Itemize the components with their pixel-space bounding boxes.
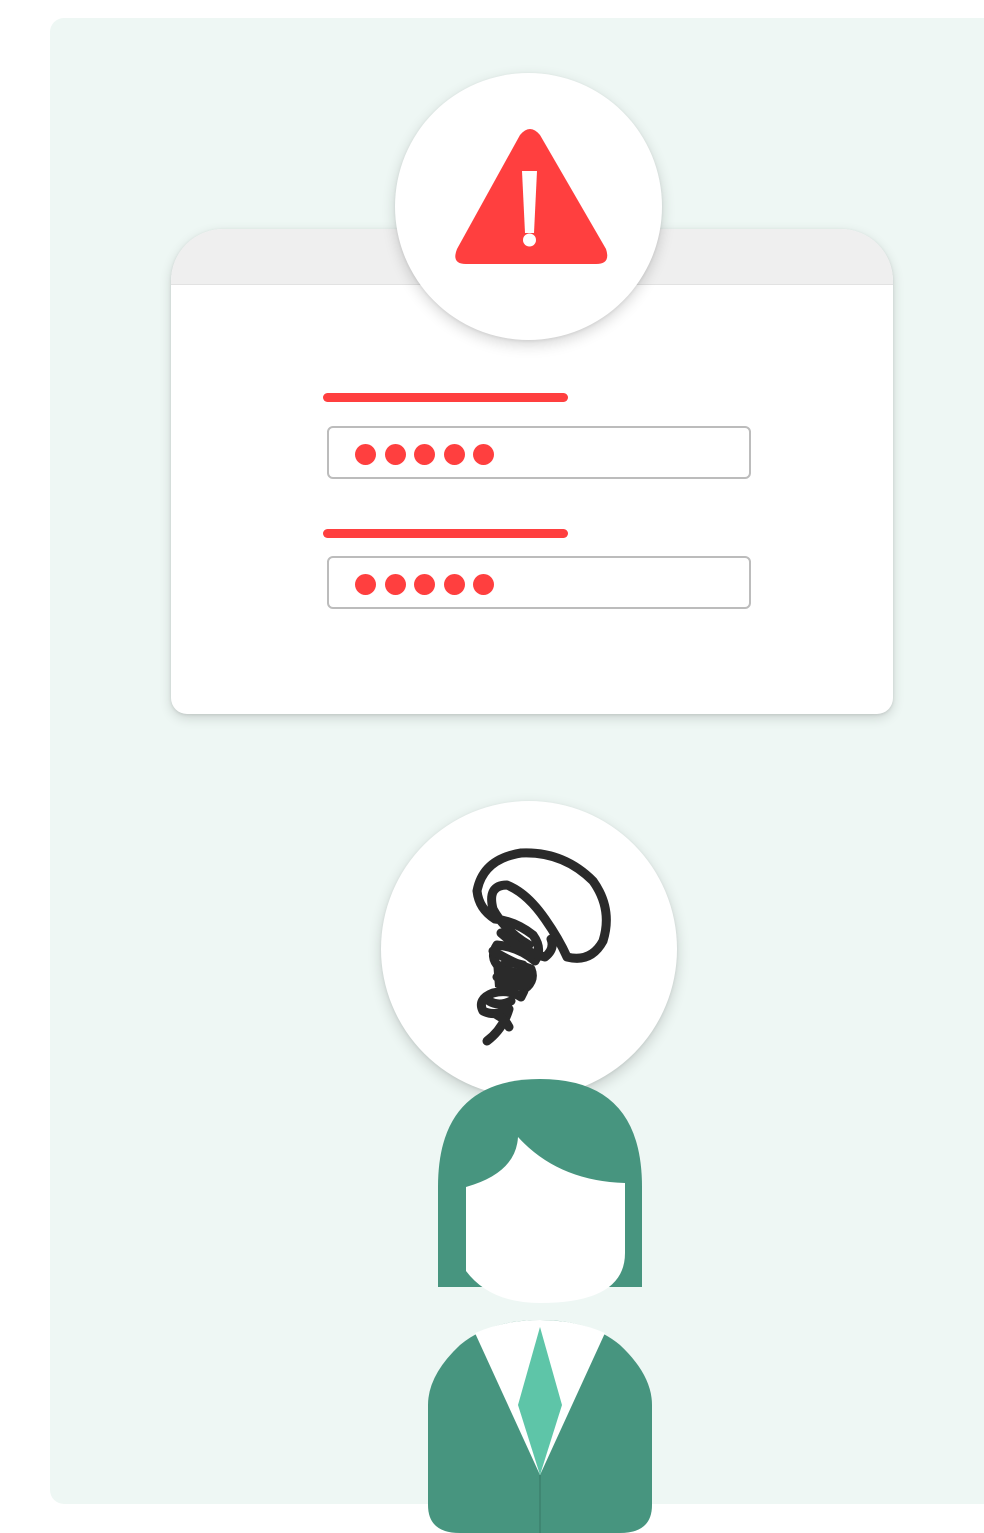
masked-character-dot xyxy=(355,574,376,595)
masked-character-dot xyxy=(414,444,435,465)
illustration-stage xyxy=(0,0,984,1533)
warning-badge xyxy=(395,73,662,340)
person-avatar xyxy=(420,1075,660,1533)
masked-character-dot xyxy=(443,444,465,465)
masked-character-dot xyxy=(414,574,435,595)
masked-character-dot xyxy=(384,574,406,595)
password-field[interactable] xyxy=(327,426,751,479)
masked-character-dot xyxy=(443,574,465,595)
masked-character-dot xyxy=(473,444,494,465)
masked-character-dot xyxy=(355,444,376,465)
field-label-placeholder xyxy=(323,393,568,402)
warning-triangle-icon xyxy=(455,129,608,264)
field-label-placeholder xyxy=(323,529,568,538)
confused-thought-badge xyxy=(381,801,677,1097)
tangled-scribble-icon xyxy=(472,848,611,1046)
password-field[interactable] xyxy=(327,556,751,609)
masked-character-dot xyxy=(473,574,494,595)
masked-character-dot xyxy=(384,444,406,465)
